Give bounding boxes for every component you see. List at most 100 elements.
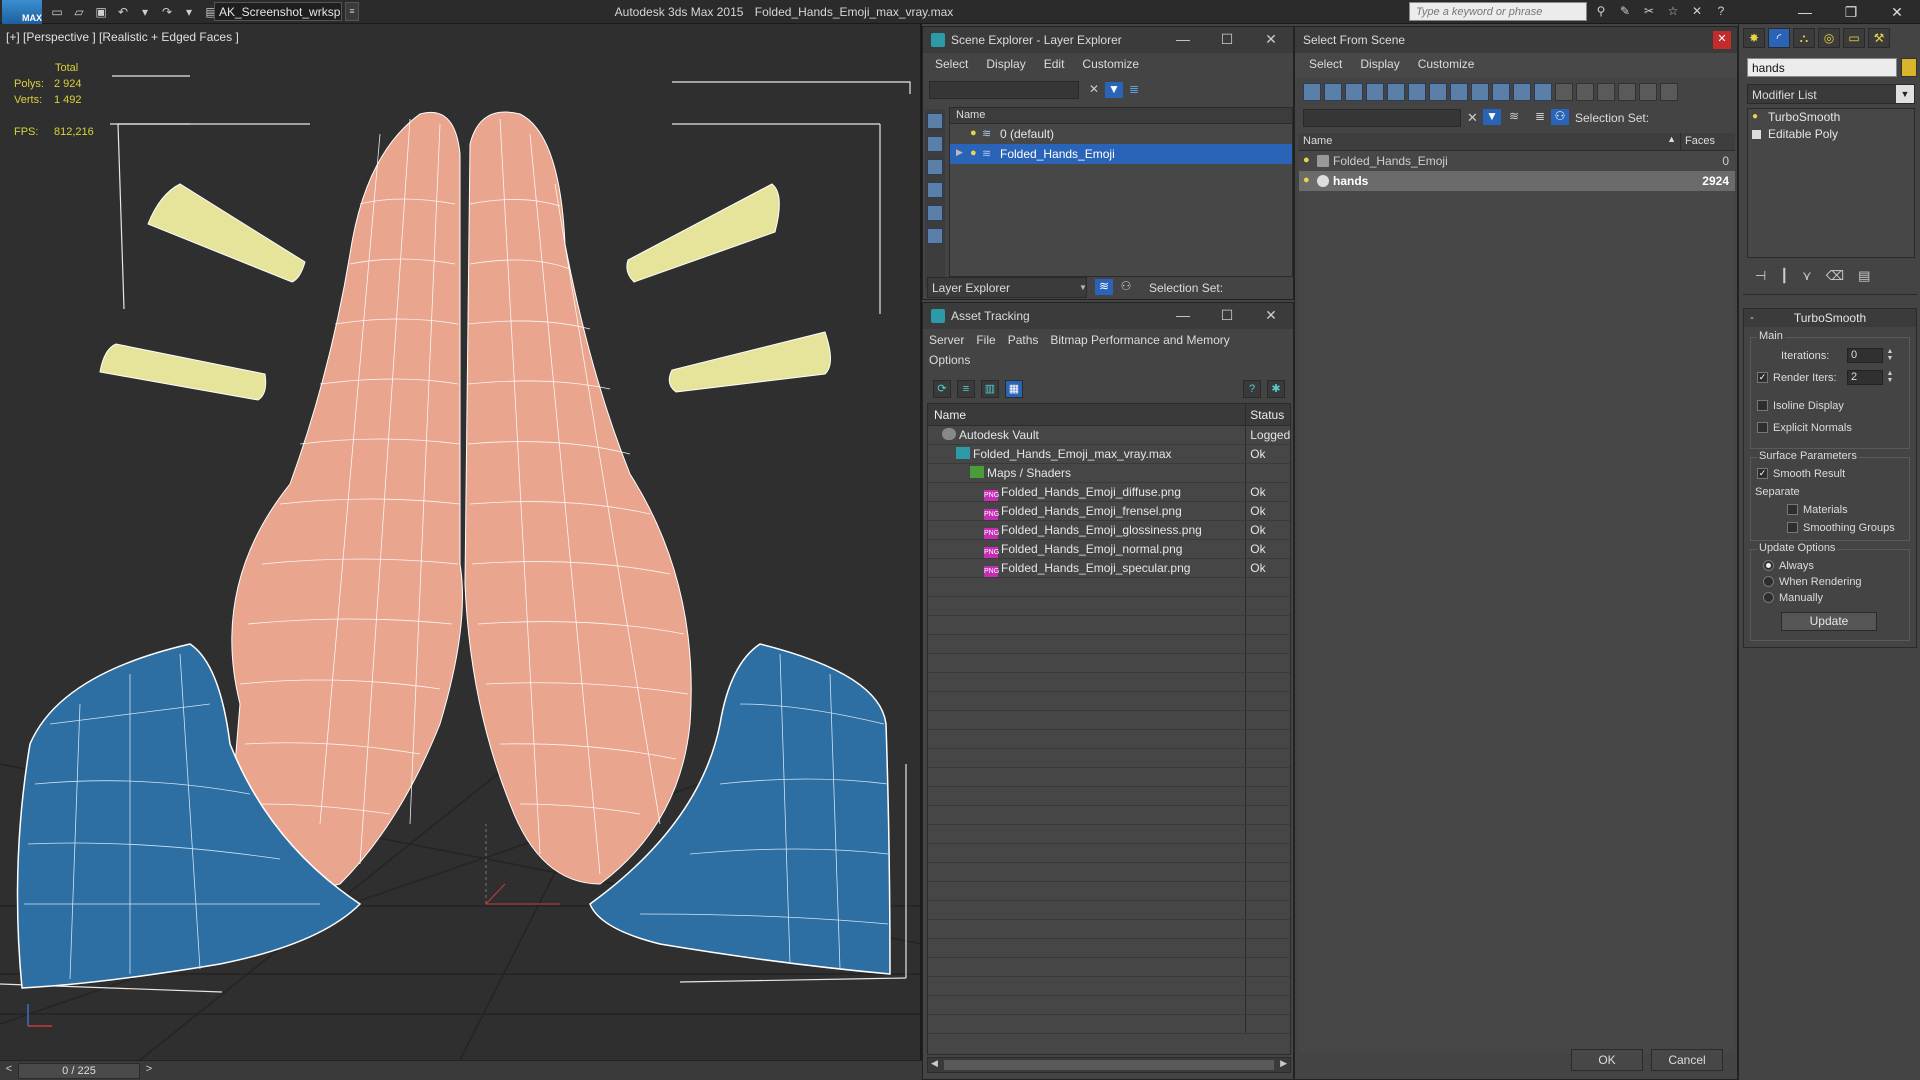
menu-select[interactable]: Select	[935, 57, 968, 73]
asset-row[interactable]: Maps / Shaders	[928, 464, 1290, 483]
help-icon[interactable]: ?	[1712, 3, 1730, 19]
menu-file[interactable]: File	[976, 333, 995, 349]
modifier-stack-item[interactable]: ● TurboSmooth	[1748, 109, 1914, 126]
hierarchy-icon[interactable]: ⚇	[1551, 109, 1569, 125]
object-name-field[interactable]: hands	[1747, 58, 1897, 77]
lightbulb-icon[interactable]: ●	[970, 127, 977, 139]
chevron-down-icon[interactable]: ▼	[1896, 85, 1914, 103]
scroll-thumb[interactable]	[944, 1060, 1274, 1070]
create-tab-icon[interactable]: ✸	[1743, 28, 1765, 48]
display-helpers-icon[interactable]	[927, 205, 943, 221]
column-name-header[interactable]: Name	[950, 108, 1292, 124]
asset-tracking-titlebar[interactable]: Asset Tracking — ☐ ✕	[923, 303, 1293, 329]
render-iters-spinner[interactable]: 2	[1847, 370, 1883, 385]
minimize-icon[interactable]: —	[1161, 27, 1205, 53]
next-frame-icon[interactable]: >	[142, 1063, 156, 1079]
subscription-icon[interactable]: ✎	[1616, 3, 1634, 19]
spacewarps-filter-icon[interactable]	[1408, 83, 1426, 101]
layer-list-icon[interactable]: ≣	[1531, 109, 1549, 125]
favorites-icon[interactable]: ☆	[1664, 3, 1682, 19]
lightbulb-icon[interactable]: ●	[1752, 111, 1758, 122]
faces-column-header[interactable]: Faces	[1681, 133, 1735, 150]
expand-arrow-icon[interactable]: ▶	[956, 147, 963, 158]
clear-search-icon[interactable]: ✕	[1467, 110, 1478, 126]
menu-display[interactable]: Display	[1360, 57, 1399, 73]
status-column-header[interactable]: Status	[1246, 404, 1290, 425]
restore-icon[interactable]: ❐	[1828, 0, 1874, 24]
ok-button[interactable]: OK	[1571, 1049, 1643, 1071]
remove-modifier-icon[interactable]: ⌫	[1826, 268, 1844, 284]
asset-row[interactable]: PNG Folded_Hands_Emoji_normal.png Ok	[928, 540, 1290, 559]
materials-checkbox[interactable]	[1787, 504, 1798, 515]
hidden-filter-icon[interactable]	[1534, 83, 1552, 101]
object-color-swatch[interactable]	[1901, 58, 1917, 77]
display-layers-icon[interactable]	[927, 228, 943, 244]
close-icon[interactable]: ✕	[1249, 303, 1293, 329]
iterations-spinner[interactable]: 0	[1847, 348, 1883, 363]
layer-row[interactable]: ▶ ● ≋ Folded_Hands_Emoji	[950, 144, 1292, 164]
help-icon[interactable]: ?	[1243, 380, 1261, 398]
containers-filter-icon[interactable]	[1492, 83, 1510, 101]
menu-select[interactable]: Select	[1309, 57, 1342, 73]
lightbulb-icon[interactable]: ●	[970, 147, 977, 159]
lightbulb-icon[interactable]: ●	[1303, 154, 1310, 166]
show-end-result-icon[interactable]: ┃	[1780, 268, 1788, 284]
filter-icon[interactable]: ▼	[1483, 109, 1501, 125]
menu-customize[interactable]: Customize	[1082, 57, 1139, 73]
select-from-scene-titlebar[interactable]: Select From Scene ✕	[1295, 27, 1737, 53]
maximize-icon[interactable]: ☐	[1205, 27, 1249, 53]
menu-paths[interactable]: Paths	[1008, 333, 1039, 349]
motion-tab-icon[interactable]: ◎	[1818, 28, 1840, 48]
minimize-icon[interactable]: —	[1782, 0, 1828, 24]
communication-icon[interactable]: ✂	[1640, 3, 1658, 19]
geometry-filter-icon[interactable]	[1303, 83, 1321, 101]
display-tab-icon[interactable]: ▭	[1843, 28, 1865, 48]
horizontal-scrollbar[interactable]: ◀ ▶	[927, 1057, 1291, 1073]
display-cameras-icon[interactable]	[927, 182, 943, 198]
asset-row[interactable]: PNG Folded_Hands_Emoji_frensel.png Ok	[928, 502, 1290, 521]
frozen-filter-icon[interactable]	[1513, 83, 1531, 101]
explorer-type-select[interactable]: Layer Explorer	[927, 277, 1087, 298]
bones-filter-icon[interactable]	[1471, 83, 1489, 101]
modifier-list-select[interactable]: Modifier List ▼	[1747, 84, 1915, 104]
always-radio[interactable]	[1763, 560, 1774, 571]
render-iters-checkbox[interactable]: ✓	[1757, 372, 1768, 383]
update-button[interactable]: Update	[1781, 612, 1877, 631]
scroll-left-icon[interactable]: ◀	[931, 1058, 938, 1069]
display-invert-icon[interactable]	[1597, 83, 1615, 101]
lightbulb-icon[interactable]: ●	[1303, 174, 1310, 186]
close-icon[interactable]: ✕	[1713, 31, 1731, 49]
asset-row[interactable]: PNG Folded_Hands_Emoji_specular.png Ok	[928, 559, 1290, 578]
menu-bitmap-performance[interactable]: Bitmap Performance and Memory	[1050, 333, 1229, 349]
select-invert-icon[interactable]	[1660, 83, 1678, 101]
close-icon[interactable]: ✕	[1874, 0, 1920, 24]
select-none-icon[interactable]	[1639, 83, 1657, 101]
display-shapes-icon[interactable]	[927, 136, 943, 152]
manually-radio[interactable]	[1763, 592, 1774, 603]
layer-options-icon[interactable]: ≣	[1125, 82, 1143, 98]
scene-explorer-search-input[interactable]	[929, 81, 1079, 99]
helpers-filter-icon[interactable]	[1387, 83, 1405, 101]
prev-frame-icon[interactable]: <	[2, 1063, 16, 1079]
tree-view-icon[interactable]: ▥	[981, 380, 999, 398]
filter-icon[interactable]: ▼	[1105, 82, 1123, 98]
name-column-header[interactable]: Name	[928, 404, 1247, 425]
smooth-result-checkbox[interactable]: ✓	[1757, 468, 1768, 479]
viewport-label[interactable]: [+] [Perspective ] [Realistic + Edged Fa…	[6, 30, 239, 44]
refresh-icon[interactable]: ⟳	[933, 380, 951, 398]
clear-search-icon[interactable]: ✕	[1085, 82, 1103, 98]
maximize-icon[interactable]: ☐	[1205, 303, 1249, 329]
layers-icon[interactable]: ≋	[1505, 109, 1523, 125]
binoculars-icon[interactable]: ⚲	[1592, 3, 1610, 19]
object-row[interactable]: ● hands 2924	[1299, 171, 1735, 191]
asset-row[interactable]: Folded_Hands_Emoji_max_vray.max Ok	[928, 445, 1290, 464]
table-view-icon[interactable]: ▦	[1005, 380, 1023, 398]
layer-explorer-icon[interactable]: ≋	[1095, 279, 1113, 295]
asset-row[interactable]: Autodesk Vault Logged	[928, 426, 1290, 445]
make-unique-icon[interactable]: ⋎	[1802, 268, 1812, 284]
scene-explorer-titlebar[interactable]: Scene Explorer - Layer Explorer — ☐ ✕	[923, 27, 1293, 53]
configure-sets-icon[interactable]: ▤	[1858, 268, 1870, 284]
time-slider[interactable]: 0 / 225	[18, 1063, 140, 1079]
smoothing-groups-checkbox[interactable]	[1787, 522, 1798, 533]
keyword-search-input[interactable]: Type a keyword or phrase	[1409, 2, 1587, 21]
